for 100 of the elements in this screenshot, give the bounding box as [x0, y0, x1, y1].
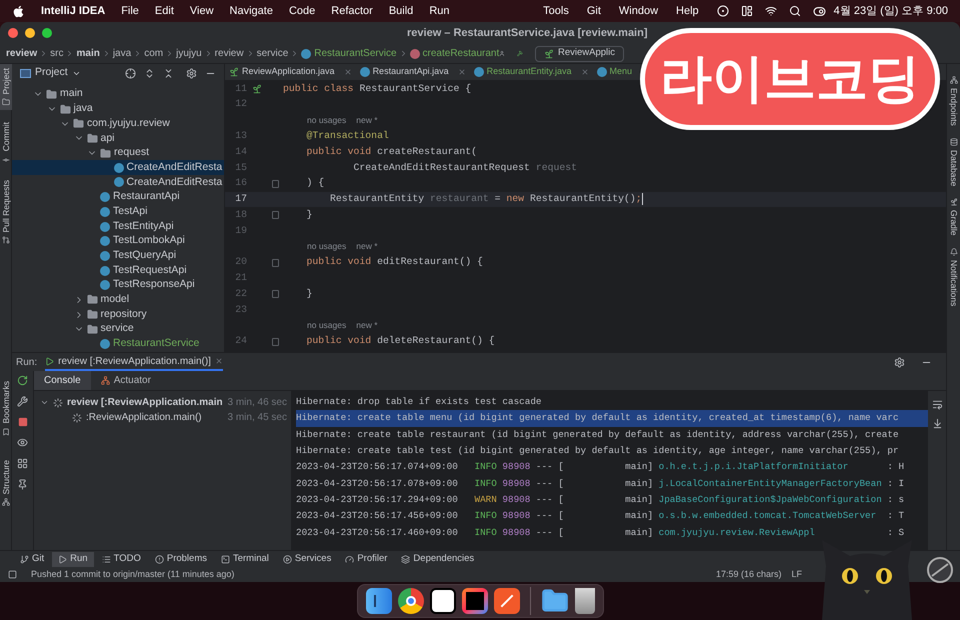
console-subtab[interactable]: Actuator — [90, 371, 161, 390]
top-bar-entry[interactable]: Edit — [154, 2, 174, 20]
layout-icon[interactable] — [17, 458, 28, 469]
editor-tab[interactable]: Menu — [592, 65, 636, 79]
scroll-to-end-icon[interactable] — [932, 418, 942, 429]
top-bar-entry[interactable]: Tools — [543, 2, 569, 20]
locate-icon[interactable] — [125, 68, 136, 78]
tool-window-tab[interactable]: Project — [0, 64, 12, 110]
tree-item[interactable]: CreateAndEditResta — [12, 160, 224, 176]
breadcrumb-item[interactable]: java — [112, 46, 132, 61]
fold-marker-icon[interactable] — [272, 338, 278, 346]
tree-item[interactable]: TestResponseApi — [12, 278, 224, 293]
finder-app-icon[interactable] — [366, 588, 392, 614]
zoom-window-button[interactable] — [42, 28, 52, 38]
tree-item[interactable]: main — [12, 87, 224, 102]
tree-item[interactable]: service — [12, 322, 224, 337]
tree-item[interactable]: TestLombokApi — [12, 234, 224, 249]
breadcrumb-item[interactable]: review — [6, 46, 38, 61]
breadcrumb-item[interactable]: com — [144, 46, 164, 61]
fold-marker-icon[interactable] — [272, 290, 278, 298]
tool-window-tab[interactable]: Gradle — [947, 198, 960, 236]
breadcrumb-item[interactable]: main — [76, 46, 100, 61]
tool-window-button[interactable]: TODO — [96, 552, 147, 566]
tool-window-button[interactable]: Dependencies — [395, 552, 480, 566]
rerun-icon[interactable] — [17, 375, 28, 386]
top-bar-entry[interactable]: Refactor — [331, 2, 373, 20]
ide-app-icon[interactable] — [462, 588, 488, 614]
trash-app-icon[interactable] — [574, 588, 594, 614]
console-subtab[interactable]: Console — [34, 371, 91, 390]
tree-item[interactable]: api — [12, 131, 224, 146]
fold-marker-icon[interactable] — [272, 258, 278, 267]
tree-item[interactable]: RestaurantService — [12, 336, 224, 352]
tool-window-button[interactable]: Run — [52, 552, 94, 566]
tree-item[interactable]: com.jyujyu.review — [12, 116, 224, 132]
record-icon[interactable] — [716, 5, 729, 17]
editor-tab[interactable]: RestaurantApi.java — [356, 65, 470, 79]
settings-icon[interactable] — [186, 68, 197, 78]
editor-tab[interactable]: RestaurantEntity.java — [470, 65, 592, 79]
tree-item[interactable]: TestEntityApi — [12, 219, 224, 234]
tree-item[interactable]: RestaurantApi — [12, 190, 224, 204]
tool-window-tab[interactable]: Endpoints — [947, 76, 960, 126]
tool-window-button[interactable]: Terminal — [214, 552, 275, 566]
control-center-icon[interactable] — [812, 4, 826, 18]
close-icon[interactable] — [580, 68, 588, 76]
close-icon[interactable] — [344, 68, 352, 76]
breadcrumb-item[interactable]: service — [256, 46, 288, 61]
close-icon[interactable] — [458, 68, 466, 76]
tree-item[interactable]: model — [12, 292, 224, 308]
top-bar-entry[interactable]: Git — [586, 2, 601, 20]
tool-window-button[interactable]: Problems — [148, 552, 213, 566]
top-bar-entry[interactable]: Window — [618, 2, 658, 20]
close-window-button[interactable] — [8, 28, 18, 38]
breadcrumb-item[interactable]: RestaurantService — [301, 46, 397, 61]
tree-item[interactable]: CreateAndEditResta — [12, 175, 224, 190]
tool-window-tab[interactable]: Notifications — [947, 248, 960, 306]
fold-marker-icon[interactable] — [272, 180, 278, 188]
breadcrumb-item[interactable]: createRestaurant — [410, 46, 500, 61]
user-icon[interactable] — [499, 48, 506, 59]
tree-item[interactable]: repository — [12, 307, 224, 322]
tool-window-tab[interactable]: Commit — [0, 118, 12, 168]
tool-window-button[interactable]: Services — [276, 552, 338, 566]
expand-all-icon[interactable] — [144, 68, 155, 78]
app-name[interactable]: IntelliJ IDEA — [41, 2, 106, 20]
tool-window-button[interactable]: Profiler — [339, 552, 394, 566]
top-bar-entry[interactable]: Build — [388, 2, 414, 20]
tree-item[interactable]: TestRequestApi — [12, 263, 224, 278]
caret-position[interactable]: 17:59 (16 chars) — [716, 568, 782, 582]
breadcrumb-item[interactable]: src — [50, 46, 64, 61]
breadcrumb-item[interactable]: review — [214, 46, 244, 61]
wrench-icon[interactable] — [17, 396, 28, 407]
chevron-down-icon[interactable] — [40, 398, 49, 407]
run-configuration-selector[interactable]: ReviewApplic — [534, 46, 624, 62]
pin-icon[interactable] — [17, 479, 28, 490]
tree-item[interactable]: TestApi — [12, 204, 224, 220]
tool-window-tab[interactable]: Structure — [0, 456, 12, 510]
soft-wrap-icon[interactable] — [932, 399, 942, 410]
run-tree-item[interactable]: :ReviewApplication.main() 3 min, 45 sec — [34, 410, 291, 425]
inlay-hint[interactable]: new * — [356, 240, 378, 254]
collapse-all-icon[interactable] — [163, 68, 174, 78]
eye-icon[interactable] — [17, 437, 28, 448]
notes-app-icon[interactable] — [430, 588, 456, 614]
editor-tab[interactable]: ReviewApplication.java — [225, 65, 356, 79]
status-icon[interactable] — [8, 570, 17, 579]
inlay-hint[interactable]: no usages — [307, 114, 346, 127]
minimize-window-button[interactable] — [25, 28, 35, 38]
top-bar-entry[interactable]: Navigate — [230, 2, 273, 20]
top-bar-entry[interactable]: Run — [429, 2, 450, 20]
tool-window-tab[interactable]: Bookmarks — [0, 376, 12, 440]
close-icon[interactable] — [214, 357, 223, 365]
display-icon[interactable] — [740, 5, 753, 17]
hammer-icon[interactable] — [517, 48, 523, 59]
pen-app-icon[interactable] — [494, 588, 520, 614]
bean-marker-icon[interactable] — [252, 84, 262, 94]
inlay-hint[interactable]: new * — [356, 319, 378, 332]
breadcrumb-item[interactable]: jyujyu — [176, 46, 202, 61]
inlay-hint[interactable]: no usages — [307, 240, 346, 254]
project-view-selector[interactable]: Project — [20, 65, 81, 81]
inlay-hint[interactable]: no usages — [307, 319, 346, 332]
top-bar-entry[interactable]: Help — [676, 2, 699, 20]
top-bar-entry[interactable]: View — [190, 2, 214, 20]
